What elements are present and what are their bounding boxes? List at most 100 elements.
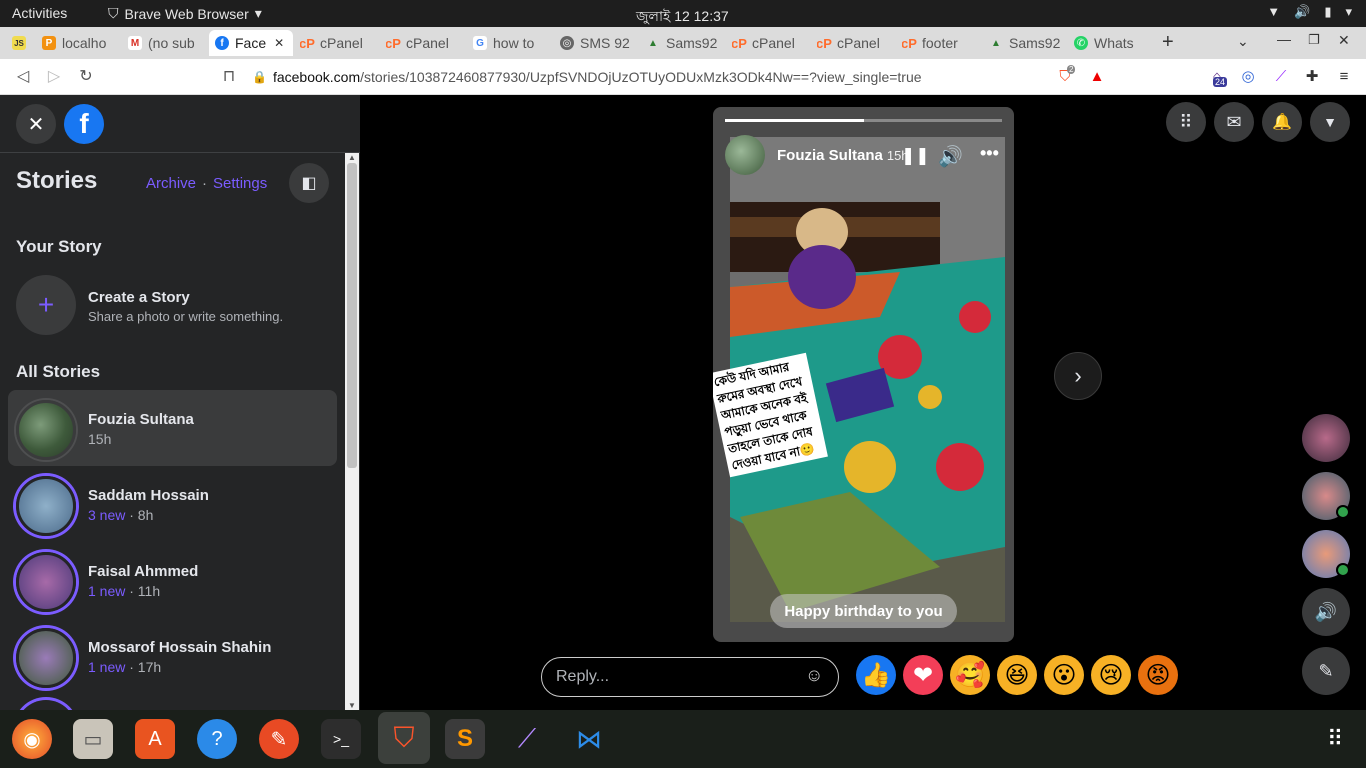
files-icon[interactable]: ▭ xyxy=(73,719,113,759)
close-icon[interactable]: ✕ xyxy=(16,104,56,144)
reply-input[interactable]: Reply... xyxy=(541,657,839,697)
whatsapp-icon: ✆ xyxy=(1074,36,1088,50)
software-icon[interactable]: A xyxy=(135,719,175,759)
like-reaction-icon[interactable]: 👍 xyxy=(856,655,896,695)
feather-icon[interactable]: ⟋ xyxy=(1270,66,1292,88)
feather-icon[interactable]: ⟋ xyxy=(507,719,547,759)
app-grid-icon[interactable]: ⠿ xyxy=(1315,719,1355,759)
terminal-icon[interactable]: >_ xyxy=(321,719,361,759)
lock-icon: 🔒 xyxy=(252,70,267,84)
account-menu-icon[interactable]: ▼ xyxy=(1310,102,1350,142)
tab-sams92[interactable]: ▲ Sams92 xyxy=(646,30,726,56)
tab-label: Sams92 xyxy=(666,35,718,51)
messenger-icon[interactable]: ✉ xyxy=(1214,102,1254,142)
bookmark-icon[interactable]: ⊓ xyxy=(218,66,240,88)
tab-footer[interactable]: cP footer xyxy=(902,30,980,56)
sidebar-scrollbar[interactable]: ▲ ▼ xyxy=(345,153,359,710)
story-item-mossarof-hossain-shahin[interactable]: Mossarof Hossain Shahin 1 new · 17h xyxy=(8,618,337,694)
tab-search-icon[interactable]: ⌄ xyxy=(1237,33,1249,50)
new-message-icon[interactable]: ✎ xyxy=(1302,647,1350,695)
tab-whatsapp[interactable]: ✆ Whats xyxy=(1074,30,1150,56)
contact-avatar[interactable] xyxy=(1302,414,1350,462)
wifi-icon: ▼ xyxy=(1267,4,1281,19)
settings-link[interactable]: Settings xyxy=(213,175,267,192)
minimize-icon[interactable]: — xyxy=(1277,31,1291,47)
tab-facebook[interactable]: f Face ✕ xyxy=(209,30,293,56)
separator-dot: · xyxy=(202,175,208,192)
story-item-saddam-hossain[interactable]: Saddam Hossain 3 new · 8h xyxy=(8,466,337,542)
tab-sms[interactable]: ◎ SMS 92 xyxy=(560,30,640,56)
sidebar-toggle-icon[interactable]: ◧ xyxy=(289,163,329,203)
reload-icon[interactable]: ↻ xyxy=(75,66,97,88)
facebook-logo-icon[interactable]: f xyxy=(64,104,104,144)
story-item-fouzia-sultana[interactable]: Fouzia Sultana 15h xyxy=(8,390,337,466)
story-meta: 1 new · 11h xyxy=(88,583,160,599)
love-reaction-icon[interactable]: ❤ xyxy=(903,655,943,695)
archive-link[interactable]: Archive xyxy=(146,175,196,192)
care-reaction-icon[interactable]: 🥰 xyxy=(950,655,990,695)
tab-cpanel[interactable]: cP cPanel xyxy=(300,30,378,56)
sad-reaction-icon[interactable]: 😢 xyxy=(1091,655,1131,695)
story-time: · 8h xyxy=(125,507,154,523)
system-tray[interactable]: ▼ 🔊 ▮ ▾ xyxy=(1267,4,1352,20)
tab-google[interactable]: G how to xyxy=(473,30,553,56)
brave-dock-icon[interactable]: ⛉ xyxy=(378,712,430,764)
scrollbar-thumb[interactable] xyxy=(347,163,357,468)
story-item-faisal-ahmmed[interactable]: Faisal Ahmmed 1 new · 11h xyxy=(8,542,337,618)
menu-grid-icon[interactable]: ⠿ xyxy=(1166,102,1206,142)
back-icon[interactable]: ◁ xyxy=(12,66,34,88)
notifications-icon[interactable]: 🔔 xyxy=(1262,102,1302,142)
avatar[interactable] xyxy=(725,135,765,175)
battery-icon: ▮ xyxy=(1324,4,1332,19)
angry-reaction-icon[interactable]: 😡 xyxy=(1138,655,1178,695)
tab-cpanel[interactable]: cP cPanel xyxy=(732,30,810,56)
cpanel-icon: cP xyxy=(300,35,315,51)
story-author: Mossarof Hossain Shahin xyxy=(88,639,272,656)
vscode-icon[interactable]: ⋈ xyxy=(569,719,609,759)
close-icon[interactable]: ✕ xyxy=(274,36,284,50)
tab-cpanel[interactable]: cP cPanel xyxy=(386,30,464,56)
clock[interactable]: জুলাই 12 12:37 xyxy=(636,5,729,29)
close-window-icon[interactable]: ✕ xyxy=(1338,32,1350,49)
more-options-icon[interactable]: ••• xyxy=(980,143,999,164)
contact-avatar[interactable]: 🔊 xyxy=(1302,588,1350,636)
url-path: /stories/103872460877930/UzpfSVNDOjUzOTU… xyxy=(360,69,922,85)
next-story-button[interactable]: › xyxy=(1054,352,1102,400)
new-tab-icon[interactable]: + xyxy=(1162,31,1174,54)
paw-icon[interactable]: ✎ xyxy=(259,719,299,759)
tab-gmail[interactable]: M (no sub xyxy=(128,30,208,56)
sticker-icon[interactable]: ☺ xyxy=(805,665,823,686)
puzzle-icon[interactable]: ✚ xyxy=(1301,66,1323,88)
triangle-icon: ▲ xyxy=(648,37,658,49)
pause-icon[interactable]: ❚❚ xyxy=(901,146,930,166)
system-top-bar: Activities ⛉ Brave Web Browser ▾ জুলাই 1… xyxy=(0,0,1366,27)
story-author[interactable]: Fouzia Sultana xyxy=(777,147,883,164)
app-menu[interactable]: ⛉ Brave Web Browser ▾ xyxy=(108,5,262,22)
url-field[interactable]: 🔒 facebook.com/stories/103872460877930/U… xyxy=(252,63,1042,91)
avatar xyxy=(16,700,76,710)
story-card[interactable]: Fouzia Sultana 15h ❚❚ 🔊 ••• কেউ যদি আমার… xyxy=(713,107,1014,642)
help-icon[interactable]: ? xyxy=(197,719,237,759)
google-icon: G xyxy=(473,36,487,50)
sublime-icon[interactable]: S xyxy=(445,719,485,759)
tab-label: (no sub xyxy=(148,35,195,51)
menu-icon[interactable]: ≡ xyxy=(1333,66,1355,88)
wow-reaction-icon[interactable]: 😮 xyxy=(1044,655,1084,695)
brave-rewards-icon[interactable]: ▲ xyxy=(1086,66,1108,88)
maximize-icon[interactable]: ❐ xyxy=(1308,32,1320,48)
haha-reaction-icon[interactable]: 😆 xyxy=(997,655,1037,695)
js-extension-icon[interactable]: JS xyxy=(12,36,26,50)
circle-extension-icon[interactable]: ◎ xyxy=(1237,66,1259,88)
tab-sams92[interactable]: ▲ Sams92 xyxy=(989,30,1067,56)
new-count: 3 new xyxy=(88,507,126,523)
volume-icon: 🔊 xyxy=(1294,4,1311,19)
scroll-up-icon[interactable]: ▲ xyxy=(348,153,356,162)
create-story[interactable]: + Create a Story Share a photo or write … xyxy=(16,275,316,335)
volume-icon[interactable]: 🔊 xyxy=(938,144,963,169)
activities-button[interactable]: Activities xyxy=(12,5,67,21)
scroll-down-icon[interactable]: ▼ xyxy=(348,701,356,710)
tab-cpanel[interactable]: cP cPanel xyxy=(817,30,895,56)
firefox-icon[interactable]: ◉ xyxy=(12,719,52,759)
tab-localhost[interactable]: P localho xyxy=(42,30,122,56)
forward-icon[interactable]: ▷ xyxy=(43,66,65,88)
